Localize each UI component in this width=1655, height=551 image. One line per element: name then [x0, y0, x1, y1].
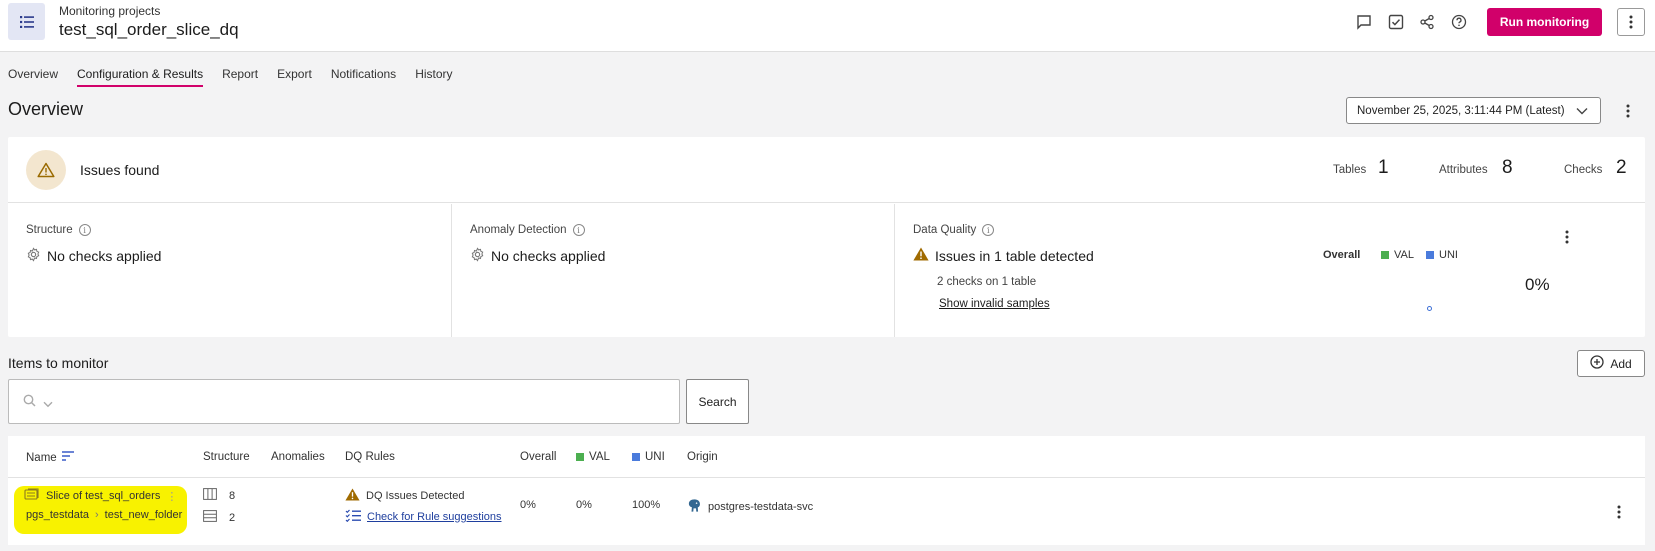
add-circle-icon: [1590, 355, 1604, 372]
search-button[interactable]: Search: [686, 379, 749, 424]
dq-overall-percentage: 0%: [1525, 275, 1550, 294]
anomaly-panel: Anomaly Detection i No checks applied: [451, 204, 871, 337]
tab-export[interactable]: Export: [277, 67, 312, 87]
dq-more-icon[interactable]: [1561, 228, 1573, 246]
search-input[interactable]: [8, 379, 680, 424]
col-name[interactable]: Name: [26, 451, 74, 464]
col-anomalies: Anomalies: [271, 451, 325, 463]
path-separator-icon: ›: [95, 509, 99, 521]
legend-swatch-val: [576, 453, 584, 461]
show-invalid-samples-link[interactable]: Show invalid samples: [939, 298, 1050, 310]
structure-panel: Structure i No checks applied: [8, 204, 451, 337]
run-date-value: November 25, 2025, 3:11:44 PM (Latest): [1357, 104, 1565, 117]
col-structure: Structure: [203, 451, 250, 463]
dq-summary-text: 2 checks on 1 table: [937, 276, 1037, 288]
issues-header: Issues found Tables 1 Attributes 8 Check…: [8, 137, 1645, 203]
legend-val: VAL: [1381, 249, 1414, 261]
rule-suggestions[interactable]: Check for Rule suggestions: [345, 509, 502, 525]
add-button[interactable]: Add: [1577, 350, 1645, 377]
comment-icon[interactable]: [1355, 13, 1373, 31]
val-value: 0%: [576, 499, 592, 511]
items-to-monitor-title: Items to monitor: [8, 355, 109, 371]
run-date-select[interactable]: November 25, 2025, 3:11:44 PM (Latest): [1346, 97, 1601, 124]
info-icon[interactable]: i: [78, 224, 91, 236]
search-icon: [23, 394, 36, 410]
dq-status: Issues in 1 table detected: [913, 247, 1094, 264]
checklist-icon: [345, 509, 361, 525]
list-menu-icon[interactable]: [8, 3, 45, 40]
tab-history[interactable]: History: [415, 67, 452, 87]
issues-title: Issues found: [80, 162, 160, 178]
tab-bar: Overview Configuration & Results Report …: [8, 67, 453, 87]
tab-report[interactable]: Report: [222, 67, 258, 87]
slice-icon: [24, 488, 40, 504]
run-monitoring-button[interactable]: Run monitoring: [1487, 8, 1602, 36]
col-uni: UNI: [632, 451, 665, 463]
legend-swatch-uni: [1426, 251, 1434, 259]
project-title: test_sql_order_slice_dq: [59, 20, 239, 39]
columns-icon: [203, 488, 217, 503]
tab-overview[interactable]: Overview: [8, 67, 58, 87]
gear-icon: [470, 247, 485, 265]
legend-swatch-val: [1381, 251, 1389, 259]
overview-summary-card: Issues found Tables 1 Attributes 8 Check…: [8, 137, 1645, 337]
structure-label: Structure i: [26, 224, 91, 236]
page-title: Overview: [8, 99, 84, 119]
page-more-icon[interactable]: [1620, 101, 1636, 121]
row-more-icon[interactable]: [1613, 503, 1625, 521]
warning-icon: [913, 247, 929, 264]
tab-configuration-results[interactable]: Configuration & Results: [77, 67, 204, 87]
more-vert-icon[interactable]: [1617, 8, 1645, 36]
col-overall: Overall: [520, 451, 557, 463]
tab-notifications[interactable]: Notifications: [331, 67, 396, 87]
overall-value: 0%: [520, 499, 536, 511]
gear-icon: [26, 247, 41, 265]
chevron-down-icon: [1576, 106, 1588, 118]
app-header: Monitoring projects test_sql_order_slice…: [0, 0, 1655, 52]
info-icon[interactable]: i: [982, 224, 995, 236]
help-icon[interactable]: [1450, 13, 1468, 31]
attributes-count: 8: [1502, 157, 1513, 178]
legend-overall: Overall: [1323, 249, 1361, 261]
task-check-icon[interactable]: [1387, 13, 1405, 31]
row-menu-icon: ⋮: [166, 490, 178, 503]
item-path: pgs_testdata › test_new_folder: [26, 509, 183, 521]
chevron-down-icon[interactable]: [43, 397, 53, 411]
tables-count: 1: [1378, 157, 1389, 178]
warning-icon: [345, 488, 360, 504]
share-icon[interactable]: [1418, 13, 1436, 31]
dq-issues-status: DQ Issues Detected: [345, 488, 464, 504]
table-header: Name Structure Anomalies DQ Rules Overal…: [8, 436, 1645, 478]
legend-uni: UNI: [1426, 249, 1458, 261]
structure-attributes: 8: [203, 488, 235, 503]
structure-tables: 2: [203, 510, 235, 525]
sort-icon[interactable]: [61, 451, 74, 464]
legend-swatch-uni: [632, 453, 640, 461]
postgres-elephant-icon: [687, 498, 702, 516]
checks-label: Checks: [1564, 164, 1603, 176]
rows-icon: [203, 510, 217, 525]
data-quality-panel: Data Quality i Issues in 1 table detecte…: [894, 204, 1645, 337]
col-val: VAL: [576, 451, 610, 463]
items-table: Name Structure Anomalies DQ Rules Overal…: [8, 436, 1645, 545]
dq-label: Data Quality i: [913, 224, 995, 236]
origin[interactable]: postgres-testdata-svc: [687, 498, 813, 516]
uni-value: 100%: [632, 499, 661, 511]
col-dq-rules: DQ Rules: [345, 451, 395, 463]
info-icon[interactable]: i: [572, 224, 585, 236]
attributes-label: Attributes: [1439, 164, 1488, 176]
chart-dot: [1427, 306, 1432, 311]
warning-icon: [26, 150, 66, 190]
breadcrumb[interactable]: Monitoring projects: [59, 4, 160, 18]
item-name[interactable]: Slice of test_sql_orders ⋮: [24, 488, 177, 504]
col-origin: Origin: [687, 451, 718, 463]
structure-status: No checks applied: [26, 247, 161, 265]
checks-count: 2: [1616, 157, 1627, 178]
anomaly-label: Anomaly Detection i: [470, 224, 585, 236]
tables-label: Tables: [1333, 164, 1367, 176]
anomaly-status: No checks applied: [470, 247, 605, 265]
